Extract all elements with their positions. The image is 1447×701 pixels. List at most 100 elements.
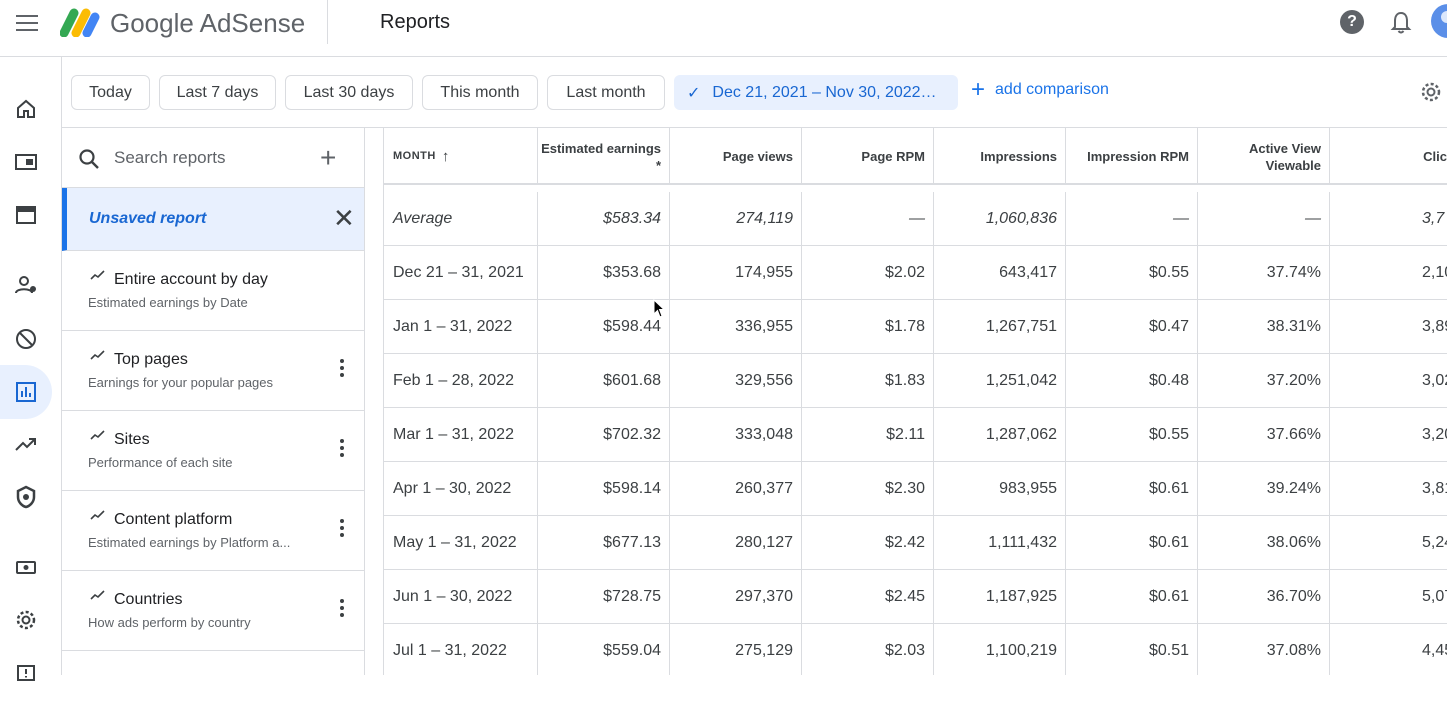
cell-impressions: 1,267,751 (934, 300, 1066, 354)
cell-page-rpm: $2.11 (802, 408, 934, 462)
table-row: Feb 1 – 28, 2022 $601.68 329,556 $1.83 1,251… (384, 354, 1447, 408)
close-icon[interactable]: ✕ (333, 204, 355, 232)
payments-icon[interactable] (0, 540, 52, 594)
cell-impressions: 1,287,062 (934, 408, 1066, 462)
cell-active-view-viewable: 37.74% (1198, 246, 1330, 300)
mouse-cursor-icon (653, 299, 665, 318)
cell-impressions: 1,060,836 (934, 192, 1066, 246)
cell-page-views: 336,955 (670, 300, 802, 354)
cell-page-views: 280,127 (670, 516, 802, 570)
sites-icon[interactable] (0, 188, 52, 242)
sparkle-trend-icon (90, 510, 105, 520)
cell-estimated-earnings: $598.14 (538, 462, 670, 516)
cell-active-view-viewable: 38.31% (1198, 300, 1330, 354)
chip-last-30-days[interactable]: Last 30 days (285, 75, 413, 110)
page-title: Reports (380, 11, 451, 33)
gear-icon[interactable] (1419, 80, 1443, 104)
adsense-logo-icon (60, 8, 100, 37)
help-icon[interactable]: ? (1340, 10, 1364, 34)
settings-icon[interactable] (0, 593, 52, 647)
more-vert-icon[interactable] (336, 597, 348, 619)
cell-impressions: 1,100,219 (934, 624, 1066, 675)
column-header-impression-rpm[interactable]: Impression RPM (1066, 128, 1198, 185)
chip-today[interactable]: Today (71, 75, 150, 110)
table-row: May 1 – 31, 2022 $677.13 280,127 $2.42 1,111… (384, 516, 1447, 570)
cell-active-view-viewable: 36.70% (1198, 570, 1330, 624)
chip-last-7-days[interactable]: Last 7 days (159, 75, 276, 110)
report-item-entire-account[interactable]: Entire account by day Estimated earnings… (62, 251, 364, 331)
top-app-bar: Google AdSense Reports ? (0, 0, 1447, 57)
cell-page-views: 274,119 (670, 192, 802, 246)
cell-page-rpm: $1.78 (802, 300, 934, 354)
cell-month: May 1 – 31, 2022 (384, 516, 538, 570)
column-header-impressions[interactable]: Impressions (934, 128, 1066, 185)
more-vert-icon[interactable] (336, 517, 348, 539)
cell-page-views: 174,955 (670, 246, 802, 300)
notifications-bell-icon[interactable] (1389, 10, 1413, 36)
avatar[interactable] (1431, 4, 1447, 38)
search-reports-input[interactable] (114, 146, 314, 170)
report-title: Top pages (114, 351, 188, 368)
cell-impressions: 1,187,925 (934, 570, 1066, 624)
unsaved-report-item[interactable]: Unsaved report ✕ (62, 188, 364, 251)
column-header-estimated-earnings[interactable]: Estimated earnings * (538, 128, 670, 185)
cell-page-rpm: $2.45 (802, 570, 934, 624)
column-header-page-views[interactable]: Page views (670, 128, 802, 185)
privacy-shield-icon[interactable] (0, 470, 52, 524)
menu-icon[interactable] (14, 12, 40, 34)
account-icon[interactable] (0, 258, 52, 312)
home-icon[interactable] (0, 82, 52, 136)
cell-page-views: 333,048 (670, 408, 802, 462)
feedback-icon[interactable] (0, 647, 52, 701)
more-vert-icon[interactable] (336, 357, 348, 379)
cell-estimated-earnings: $598.44 (538, 300, 670, 354)
cell-page-rpm: $2.02 (802, 246, 934, 300)
cell-page-rpm: — (802, 192, 934, 246)
cell-month: Dec 21 – 31, 2021 (384, 246, 538, 300)
report-item-sites[interactable]: Sites Performance of each site (62, 411, 364, 491)
column-header-label: Clic (1423, 149, 1447, 164)
reports-icon[interactable] (0, 365, 52, 419)
left-nav-rail (0, 57, 62, 681)
cell-impression-rpm: $0.48 (1066, 354, 1198, 408)
chip-last-month[interactable]: Last month (547, 75, 665, 110)
report-table: MONTH ↑ Estimated earnings * Page views … (365, 128, 1447, 675)
cell-impression-rpm: $0.61 (1066, 570, 1198, 624)
cell-month: Jan 1 – 31, 2022 (384, 300, 538, 354)
column-header-active-view-viewable[interactable]: Active View Viewable (1198, 128, 1330, 185)
cell-estimated-earnings: $728.75 (538, 570, 670, 624)
sparkle-trend-icon (90, 270, 105, 280)
cell-active-view-viewable: 37.08% (1198, 624, 1330, 675)
block-icon[interactable] (0, 312, 52, 366)
cell-clicks: 5,24 (1330, 516, 1447, 570)
ad-unit-icon[interactable] (0, 135, 52, 189)
cell-impressions: 643,417 (934, 246, 1066, 300)
report-title: Content platform (114, 511, 233, 528)
check-icon: ✓ (687, 84, 701, 102)
cell-active-view-viewable: 39.24% (1198, 462, 1330, 516)
report-subtitle: How ads perform by country (88, 615, 251, 630)
column-header-month[interactable]: MONTH ↑ (384, 128, 538, 185)
add-report-icon[interactable]: + (320, 142, 336, 174)
cell-impressions: 1,251,042 (934, 354, 1066, 408)
report-subtitle: Estimated earnings by Platform a... (88, 535, 291, 550)
cell-page-rpm: $2.42 (802, 516, 934, 570)
sparkle-trend-icon (90, 350, 105, 360)
report-item-countries[interactable]: Countries How ads perform by country (62, 571, 364, 651)
report-title: Sites (114, 431, 150, 448)
sparkle-trend-icon (90, 590, 105, 600)
cell-clicks: 5,07 (1330, 570, 1447, 624)
report-item-top-pages[interactable]: Top pages Earnings for your popular page… (62, 331, 364, 411)
chip-custom-date-range[interactable]: ✓ Dec 21, 2021 – Nov 30, 2022… (674, 75, 958, 110)
report-item-content-platform[interactable]: Content platform Estimated earnings by P… (62, 491, 364, 571)
add-comparison-button[interactable]: + add comparison (971, 78, 1109, 102)
cell-page-views: 329,556 (670, 354, 802, 408)
date-range-label: Dec 21, 2021 – Nov 30, 2022… (712, 83, 937, 101)
sort-ascending-icon: ↑ (441, 148, 450, 165)
more-vert-icon[interactable] (336, 437, 348, 459)
column-header-page-rpm[interactable]: Page RPM (802, 128, 934, 185)
column-header-clicks[interactable]: Clic (1330, 128, 1447, 185)
table-row: Apr 1 – 30, 2022 $598.14 260,377 $2.30 983,9… (384, 462, 1447, 516)
chip-this-month[interactable]: This month (422, 75, 538, 110)
trending-icon[interactable] (0, 417, 52, 471)
